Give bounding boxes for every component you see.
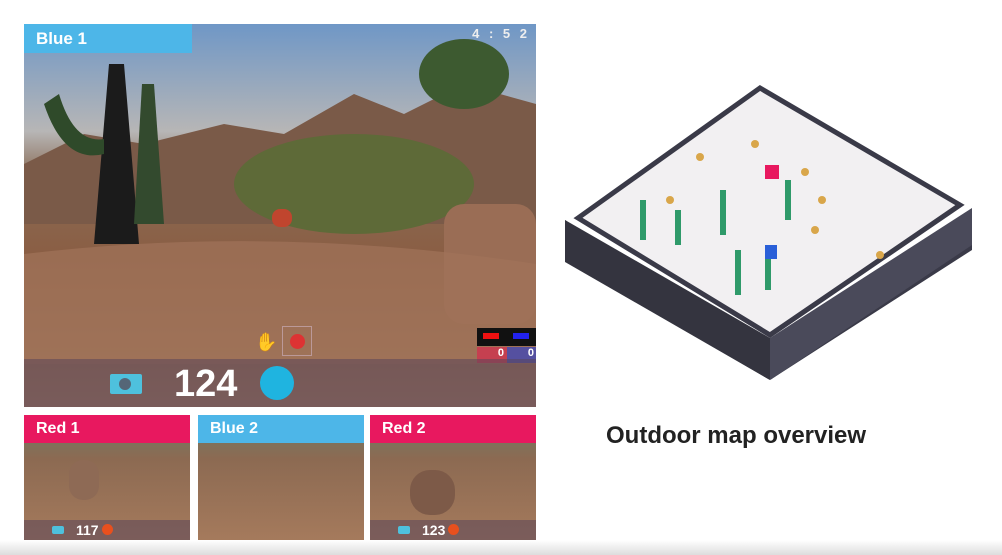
- hud-bar: 117: [24, 520, 190, 540]
- map-caption: Outdoor map overview: [606, 422, 867, 449]
- ammo-circle-icon: [448, 524, 459, 535]
- camera-tag-icon: [398, 526, 410, 534]
- blue-gun-icon: [507, 328, 536, 346]
- desert-scene: [24, 39, 536, 364]
- sub-view-red-1: Red 1 117: [24, 415, 190, 540]
- main-player-view: Blue 1 4 : 5 2 ✋ 0 0 124: [24, 24, 536, 407]
- ammo-count: 124: [174, 363, 238, 405]
- rock: [410, 470, 455, 515]
- crosshair-circle-icon: [260, 366, 294, 400]
- target-icon: [282, 326, 312, 356]
- hud-bar: 123: [370, 520, 536, 540]
- camera-tag-icon: [110, 374, 142, 394]
- ammo-count: 117: [76, 522, 99, 538]
- hand-icon: ✋: [255, 332, 278, 352]
- sub-view-blue-2: Blue 2: [198, 415, 364, 540]
- red-gun-icon: [477, 328, 507, 346]
- player-label: Red 2: [370, 415, 536, 443]
- map-overview: [565, 85, 972, 380]
- sub-view-red-2: Red 2 123: [370, 415, 536, 540]
- ammo-count: 123: [422, 522, 446, 538]
- player-label: Red 1: [24, 415, 190, 443]
- player-label: Blue 2: [198, 415, 364, 443]
- player-label: Blue 1: [24, 24, 192, 53]
- match-timer: 4 : 5 2: [472, 26, 530, 41]
- hud-bar: 124: [24, 359, 536, 407]
- rock: [69, 460, 99, 500]
- camera-tag-icon: [52, 526, 64, 534]
- footer-strip: [0, 540, 1002, 555]
- ammo-circle-icon: [102, 524, 113, 535]
